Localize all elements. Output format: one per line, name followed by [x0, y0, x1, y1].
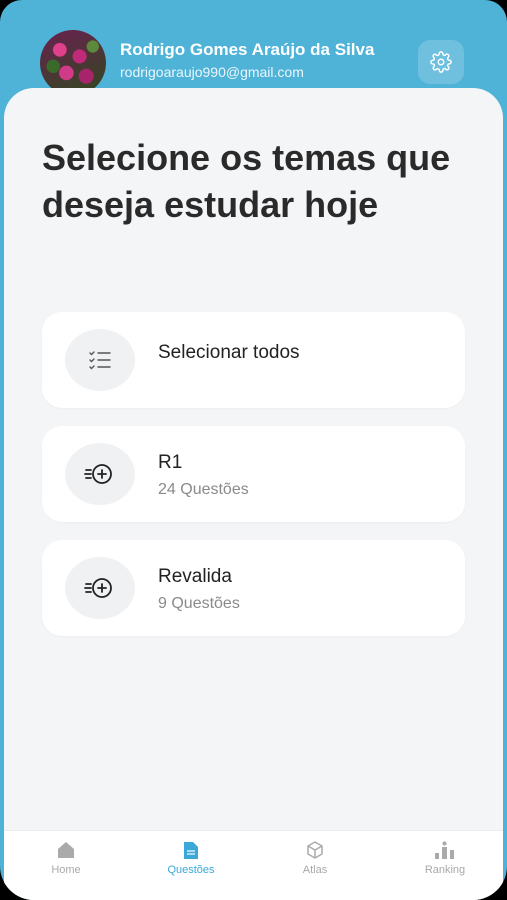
home-icon: [58, 842, 74, 858]
avatar[interactable]: [40, 30, 106, 96]
nav-atlas[interactable]: Atlas: [270, 839, 360, 876]
theme-name: R1: [158, 452, 183, 473]
theme-card-revalida[interactable]: Revalida 9 Questões: [42, 540, 465, 636]
phone-screen: Rodrigo Gomes Araújo da Silva rodrigoara…: [0, 0, 507, 900]
user-email: rodrigoaraujo990@gmail.com: [120, 64, 304, 80]
theme-name: Revalida: [158, 566, 232, 587]
select-all-label: Selecionar todos: [158, 342, 300, 363]
bottom-nav: Home Questões Atlas Ranking: [4, 830, 503, 900]
ranking-icon: [435, 841, 454, 859]
nav-label: Questões: [167, 864, 215, 876]
theme-question-count: 24 Questões: [158, 481, 249, 498]
nav-label: Atlas: [302, 864, 328, 876]
settings-button[interactable]: [418, 40, 464, 84]
fast-add-icon: [84, 464, 112, 484]
nav-home[interactable]: Home: [21, 839, 111, 876]
nav-label: Home: [51, 864, 81, 876]
nav-questoes[interactable]: Questões: [146, 839, 236, 876]
add-theme-icon-wrap: [65, 557, 135, 619]
select-all-card[interactable]: Selecionar todos: [42, 312, 465, 408]
document-icon: [184, 841, 198, 859]
fast-add-icon: [84, 578, 112, 598]
nav-ranking[interactable]: Ranking: [400, 839, 490, 876]
user-name: Rodrigo Gomes Araújo da Silva: [120, 40, 375, 59]
theme-card-r1[interactable]: R1 24 Questões: [42, 426, 465, 522]
add-theme-icon-wrap: [65, 443, 135, 505]
gear-icon: [430, 51, 452, 73]
theme-question-count: 9 Questões: [158, 595, 240, 612]
cube-icon: [307, 841, 323, 859]
nav-label: Ranking: [424, 864, 466, 876]
checklist-icon-wrap: [65, 329, 135, 391]
content-sheet: Selecione os temas que deseja estudar ho…: [4, 88, 503, 900]
page-title: Selecione os temas que deseja estudar ho…: [42, 137, 451, 225]
checklist-icon: [89, 351, 111, 370]
